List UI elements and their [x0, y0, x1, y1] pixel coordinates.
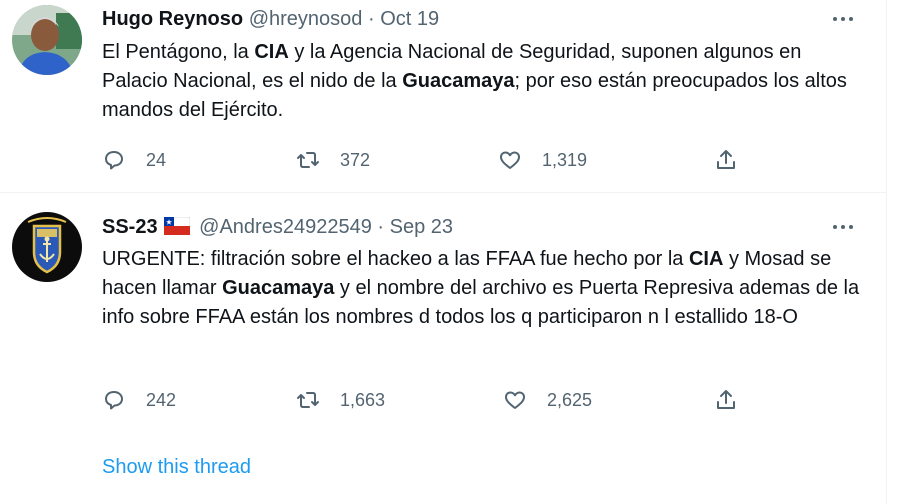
tweet-text: El Pentágono, la CIA y la Agencia Nacion…: [102, 38, 872, 125]
tweet-header: SS-23 @Andres24922549 · Sep 23: [102, 215, 453, 239]
tweet-date[interactable]: Sep 23: [390, 216, 453, 238]
tweet[interactable]: SS-23 @Andres24922549 · Sep 23 URGENTE: …: [0, 193, 886, 504]
retweet-icon: [297, 392, 319, 408]
handle[interactable]: @Andres24922549: [199, 216, 372, 238]
like-button[interactable]: 1,319: [498, 144, 587, 176]
share-button[interactable]: [714, 384, 738, 416]
share-icon: [717, 150, 735, 169]
like-count: 2,625: [547, 389, 593, 410]
reply-icon: [105, 151, 123, 170]
tweet-text-bold: CIA: [254, 41, 289, 63]
tweet-text-bold: Guacamaya: [222, 277, 335, 299]
retweet-count: 372: [340, 149, 371, 170]
retweet-count: 1,663: [340, 389, 386, 410]
timeline: Hugo Reynoso @hreynosod · Oct 19 El Pent…: [0, 0, 887, 504]
more-button[interactable]: [830, 215, 856, 239]
tweet-header: Hugo Reynoso @hreynosod · Oct 19: [102, 7, 439, 31]
reply-button[interactable]: 242: [102, 384, 176, 416]
display-name[interactable]: Hugo Reynoso: [102, 8, 243, 30]
tweet-text: URGENTE: filtración sobre el hackeo a la…: [102, 245, 862, 332]
tweet[interactable]: Hugo Reynoso @hreynosod · Oct 19 El Pent…: [0, 0, 886, 193]
chile-flag-icon: [163, 217, 190, 235]
like-button[interactable]: 2,625: [503, 384, 592, 416]
avatar[interactable]: [12, 212, 82, 282]
tweet-text-bold: CIA: [688, 248, 724, 270]
share-button[interactable]: [714, 144, 738, 176]
avatar[interactable]: [12, 5, 82, 75]
tweet-text-bold: Guacamaya: [402, 70, 515, 92]
reply-count: 242: [146, 389, 177, 410]
separator: ·: [367, 8, 375, 30]
share-icon: [717, 390, 735, 409]
more-icon: [833, 225, 853, 229]
action-bar: 242 1,663 2,625: [102, 384, 762, 416]
more-icon: [833, 17, 853, 21]
reply-button[interactable]: 24: [102, 144, 166, 176]
retweet-button[interactable]: 372: [296, 144, 370, 176]
reply-count: 24: [146, 149, 167, 170]
action-bar: 24 372 1,319: [102, 144, 762, 176]
retweet-icon: [297, 152, 319, 168]
reply-icon: [105, 391, 123, 410]
like-icon: [505, 391, 525, 409]
show-thread-link[interactable]: Show this thread: [102, 456, 251, 479]
avatar-photo: [12, 5, 82, 75]
avatar-emblem: [12, 212, 82, 282]
tweet-date[interactable]: Oct 19: [380, 8, 439, 30]
tweet-text-segment: URGENTE: filtración sobre el hackeo a la…: [102, 248, 689, 270]
like-count: 1,319: [542, 149, 588, 170]
more-button[interactable]: [830, 7, 856, 31]
like-icon: [500, 151, 520, 169]
display-name[interactable]: SS-23: [102, 216, 158, 238]
separator: ·: [377, 216, 385, 238]
tweet-text-segment: El Pentágono, la: [102, 41, 255, 63]
handle[interactable]: @hreynosod: [249, 8, 363, 30]
retweet-button[interactable]: 1,663: [296, 384, 385, 416]
